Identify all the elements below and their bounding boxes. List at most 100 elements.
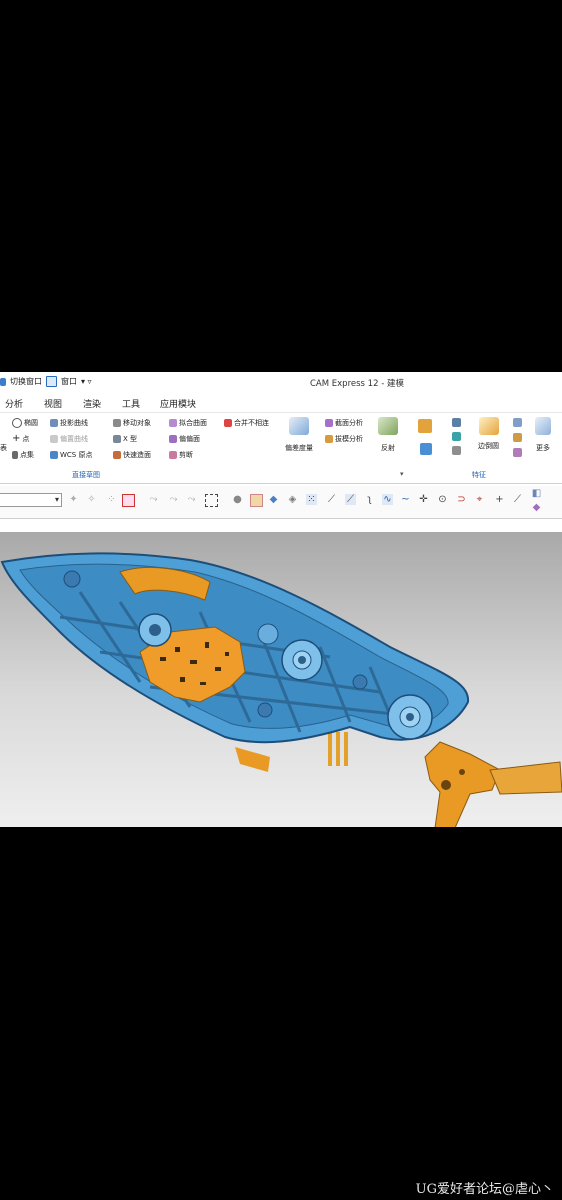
section-analysis-icon (325, 419, 333, 427)
switch-window-icon[interactable] (0, 377, 6, 386)
point-tool[interactable]: + 点 (12, 434, 29, 444)
sphere-icon[interactable]: ● (232, 494, 243, 505)
cone-icon[interactable] (452, 446, 461, 455)
merge-icon (224, 419, 232, 427)
reflection-button[interactable]: 反射 (378, 417, 398, 453)
project-curve-tool[interactable]: 投影曲线 (50, 418, 88, 428)
ribbon-left-cut: 表 (0, 444, 7, 452)
trim-tool[interactable]: 剪断 (169, 450, 193, 460)
quick-surface-tool[interactable]: 快速造面 (113, 450, 151, 460)
edge-snap-icon[interactable]: ⟋ (512, 494, 523, 505)
move-object-icon (113, 419, 121, 427)
orange-connector (489, 761, 562, 795)
offset-face-icon (169, 435, 177, 443)
deviation-gauge-button[interactable]: 偏差度量 (285, 417, 313, 453)
more-icon (535, 417, 551, 435)
menu-view[interactable]: 视图 (44, 397, 62, 410)
menu-application[interactable]: 应用模块 (160, 397, 196, 410)
quick-access-toolbar: 切换窗口 窗口 ▾ ▿ (0, 376, 92, 387)
shell-icon[interactable] (513, 433, 522, 442)
menu-analysis[interactable]: 分析 (5, 397, 23, 410)
switch-window-button[interactable]: 切换窗口 (10, 376, 42, 387)
line-snap-icon[interactable]: ⟋ (326, 494, 337, 505)
section-analysis-tool[interactable]: 截面分析 (325, 418, 363, 428)
axis-snap-icon[interactable]: ✛ (418, 494, 429, 505)
deviation-gauge-icon (289, 417, 309, 435)
x-type-icon (113, 435, 121, 443)
center-snap-icon[interactable]: ⊙ (437, 494, 448, 505)
part-model (0, 552, 562, 827)
filter-icon-4[interactable]: ⤳ (148, 494, 159, 505)
face-icon[interactable]: ◈ (287, 494, 298, 505)
solid-icon[interactable]: ◆ (268, 494, 279, 505)
pin-2 (336, 732, 340, 766)
toolbar-extra-icon-1[interactable]: ◧ (531, 488, 542, 499)
analysis-group-expand[interactable]: ▾ (400, 470, 404, 478)
menu-tools[interactable]: 工具 (122, 397, 140, 410)
edge-blend-button[interactable]: 边倒圆 (478, 417, 499, 451)
plus-snap-icon[interactable]: + (494, 494, 505, 505)
point-set-icon (12, 451, 18, 459)
filter-icon-3[interactable]: ⁘ (106, 494, 117, 505)
quick-surface-icon (113, 451, 121, 459)
quick-access-dropdown[interactable]: ▾ ▿ (81, 377, 92, 386)
window-menu-button[interactable]: 窗口 (61, 376, 77, 387)
fit-surface-tool[interactable]: 拟合曲面 (169, 418, 207, 428)
select-rect-icon[interactable] (122, 494, 135, 507)
bracket-hole-small (459, 769, 465, 775)
ellipse-tool[interactable]: 椭圆 (12, 418, 38, 428)
app-window: 切换窗口 窗口 ▾ ▿ CAM Express 12 - 建模 分析 视图 渲染… (0, 372, 562, 827)
block-icon[interactable] (452, 418, 461, 427)
revolve-icon[interactable] (420, 443, 432, 455)
wcs-icon (50, 451, 58, 459)
line-snap-2-icon[interactable]: ⟋ (345, 494, 356, 505)
menu-render[interactable]: 渲染 (83, 397, 101, 410)
offset-face-tool[interactable]: 偏偏面 (169, 434, 200, 444)
more-button[interactable]: 更多 (535, 417, 551, 453)
edge-blend-icon (478, 417, 499, 435)
menu-bar: 分析 视图 渲染 工具 应用模块 (0, 392, 562, 412)
window-icon[interactable] (46, 376, 57, 387)
curve-snap-icon[interactable]: ʅ (364, 494, 375, 505)
title-bar: 切换窗口 窗口 ▾ ▿ CAM Express 12 - 建模 (0, 372, 562, 393)
move-object-tool[interactable]: 移动对象 (113, 418, 151, 428)
merge-disjoint-tool[interactable]: 合并不相连 (224, 418, 269, 428)
cylinder-icon[interactable] (452, 432, 461, 441)
filter-icon-6[interactable]: ⤳ (186, 494, 197, 505)
point-set-tool[interactable]: 点集 (12, 450, 34, 460)
arc-snap-icon[interactable]: ⊃ (456, 494, 467, 505)
type-filter-select[interactable]: ▾ (0, 493, 62, 507)
cube-icon[interactable] (250, 494, 263, 507)
x-type-tool[interactable]: X 型 (113, 434, 137, 444)
draft-icon[interactable] (513, 448, 522, 457)
orange-bracket (424, 741, 501, 827)
extrude-icon[interactable] (418, 419, 432, 433)
pin-3 (344, 732, 348, 766)
trim-icon (169, 451, 177, 459)
quadrant-snap-icon[interactable]: ⌖ (474, 494, 485, 505)
fit-surface-icon (169, 419, 177, 427)
draft-analysis-tool[interactable]: 拔模分析 (325, 434, 363, 444)
phone-screen: { "window": { "title": "CAM Express 12 -… (0, 0, 562, 1200)
chamfer-icon[interactable] (513, 418, 522, 427)
project-curve-icon (50, 419, 58, 427)
filter-icon-2[interactable]: ✧ (86, 494, 97, 505)
wcs-origin-tool[interactable]: WCS 原点 (50, 450, 92, 460)
watermark-text: UG爱好者论坛@虐心丶 (415, 1182, 554, 1197)
orange-tab (235, 747, 270, 772)
selection-toolbar: ▾ ✦ ✧ ⁘ ⤳ ⤳ ⤳ ● ◆ ◈ ⁙ ⟋ ⟋ ʅ ∿ ~ ✛ ⊙ ⊃ ⌖ … (0, 486, 562, 519)
filter-icon-1[interactable]: ✦ (68, 494, 79, 505)
box-select-icon[interactable] (205, 494, 218, 507)
chevron-down-icon: ▾ (54, 495, 59, 504)
wave-snap-icon[interactable]: ∿ (382, 494, 393, 505)
pin-1 (328, 732, 332, 766)
toolbar-extra-icon-2[interactable]: ◆ (531, 502, 542, 513)
offset-curve-tool[interactable]: 偏置曲线 (50, 434, 88, 444)
snap-grid-icon[interactable]: ⁙ (306, 494, 317, 505)
filter-icon-5[interactable]: ⤳ (168, 494, 179, 505)
spline-snap-icon[interactable]: ~ (400, 494, 411, 505)
point-plus-icon: + (12, 433, 21, 444)
bracket-hole (441, 780, 451, 790)
offset-curve-icon (50, 435, 58, 443)
graphics-viewport[interactable] (0, 532, 562, 827)
